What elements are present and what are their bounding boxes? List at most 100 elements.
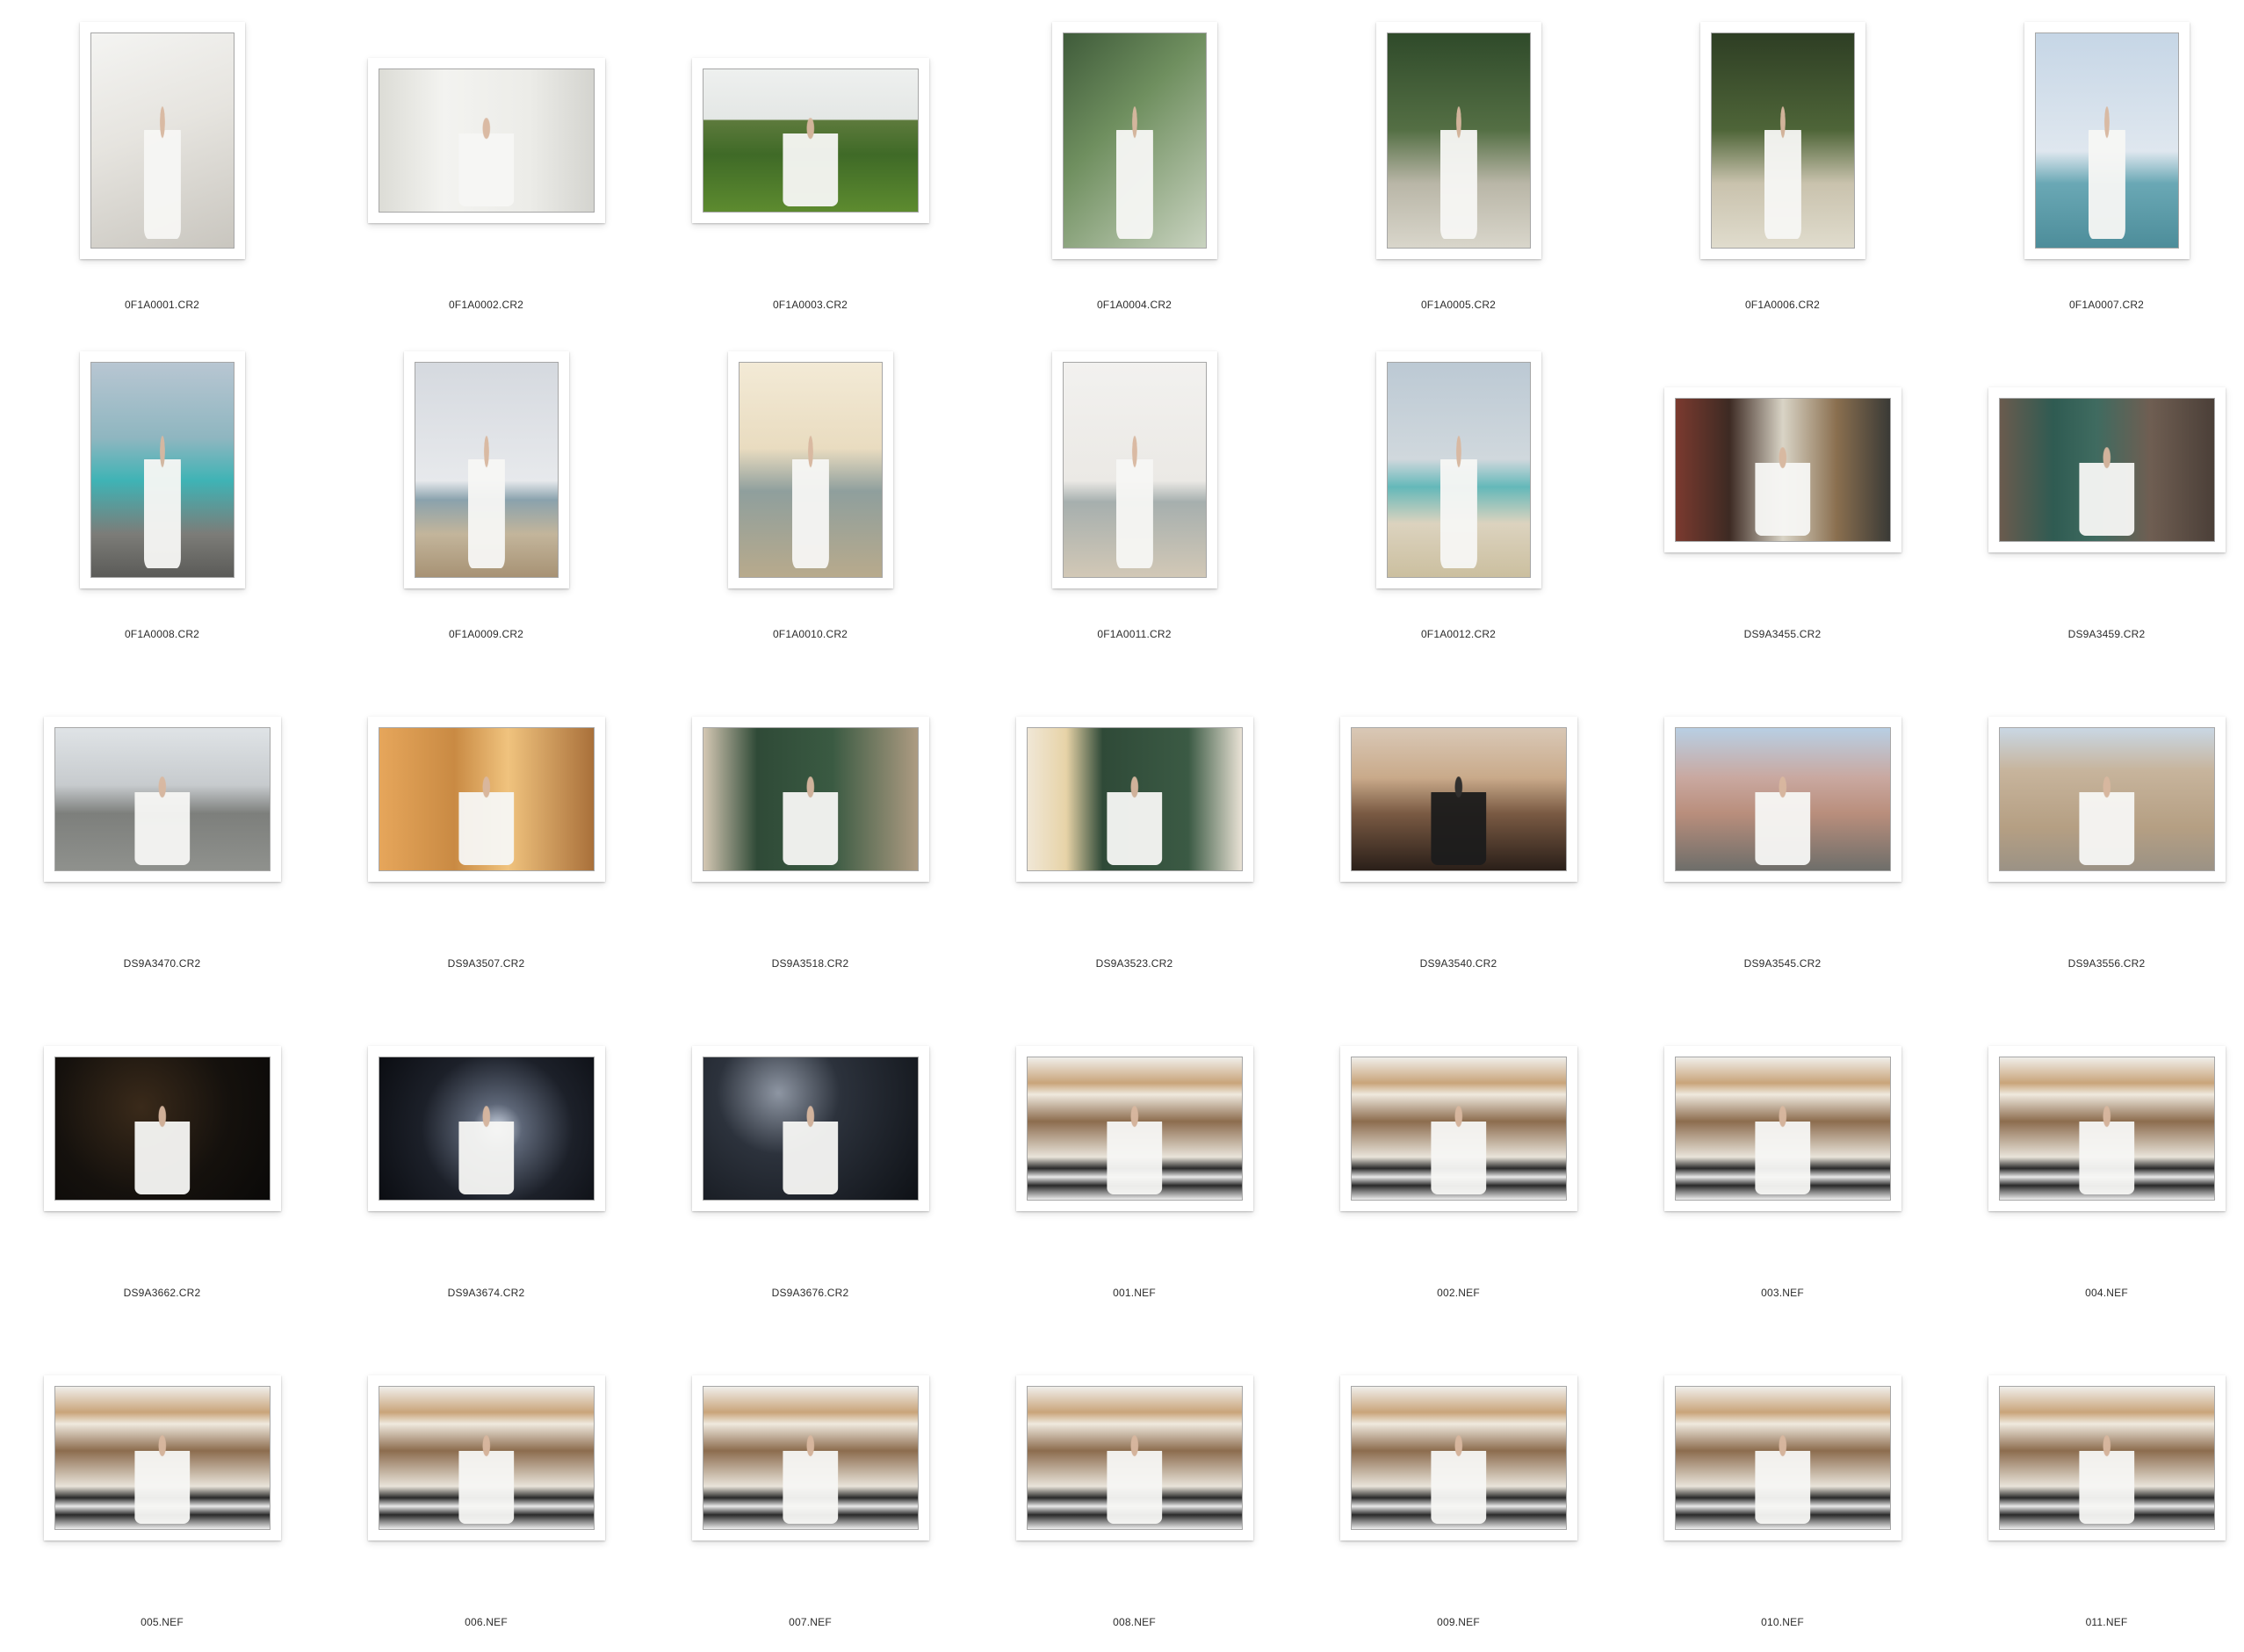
- photo-subject: [782, 118, 839, 206]
- thumbnail-area: [1620, 988, 1945, 1269]
- file-thumbnail-0f1a0010-cr2[interactable]: 0F1A0010.CR2: [648, 329, 972, 659]
- thumbnail-area: [1945, 1317, 2244, 1598]
- file-thumbnail-ds9a3459-cr2[interactable]: DS9A3459.CR2: [1945, 329, 2244, 659]
- file-name-label: 011.NEF: [2085, 1616, 2128, 1628]
- file-thumbnail-011-nef[interactable]: 011.NEF: [1945, 1317, 2244, 1647]
- file-thumbnail-008-nef[interactable]: 008.NEF: [972, 1317, 1296, 1647]
- file-thumbnail-ds9a3662-cr2[interactable]: DS9A3662.CR2: [0, 988, 324, 1317]
- file-name-label: 007.NEF: [789, 1616, 832, 1628]
- photo-subject: [2078, 1106, 2135, 1194]
- thumbnail-area: [1945, 659, 2244, 940]
- file-thumbnail-ds9a3674-cr2[interactable]: DS9A3674.CR2: [324, 988, 648, 1317]
- file-name-label: DS9A3518.CR2: [771, 957, 849, 970]
- file-thumbnail-004-nef[interactable]: 004.NEF: [1945, 988, 2244, 1317]
- thumbnail-frame: [1339, 1375, 1577, 1540]
- thumbnail-area: [648, 659, 972, 940]
- thumbnail-frame: [727, 351, 893, 588]
- file-thumbnail-0f1a0007-cr2[interactable]: 0F1A0007.CR2: [1945, 0, 2244, 329]
- file-thumbnail-ds9a3518-cr2[interactable]: DS9A3518.CR2: [648, 659, 972, 988]
- photo-subject: [2088, 105, 2125, 240]
- photo-preview: [1998, 727, 2215, 871]
- photo-preview: [702, 1386, 919, 1530]
- file-name-label: DS9A3674.CR2: [447, 1287, 525, 1299]
- photo-subject: [1764, 105, 1801, 240]
- file-thumbnail-0f1a0012-cr2[interactable]: 0F1A0012.CR2: [1296, 329, 1620, 659]
- photo-preview: [1350, 1386, 1567, 1530]
- thumbnail-frame: [367, 717, 605, 882]
- file-thumbnail-003-nef[interactable]: 003.NEF: [1620, 988, 1945, 1317]
- file-thumbnail-002-nef[interactable]: 002.NEF: [1296, 988, 1620, 1317]
- photo-preview: [378, 1057, 595, 1201]
- file-name-label: DS9A3540.CR2: [1419, 957, 1497, 970]
- photo-subject: [458, 776, 515, 865]
- file-name-label: 008.NEF: [1113, 1616, 1156, 1628]
- file-name-label: DS9A3507.CR2: [447, 957, 525, 970]
- photo-subject: [1430, 776, 1487, 865]
- file-thumbnail-0f1a0004-cr2[interactable]: 0F1A0004.CR2: [972, 0, 1296, 329]
- file-thumbnail-ds9a3545-cr2[interactable]: DS9A3545.CR2: [1620, 659, 1945, 988]
- photo-subject: [782, 1106, 839, 1194]
- file-thumbnail-0f1a0009-cr2[interactable]: 0F1A0009.CR2: [324, 329, 648, 659]
- file-thumbnail-009-nef[interactable]: 009.NEF: [1296, 1317, 1620, 1647]
- file-thumbnail-ds9a3455-cr2[interactable]: DS9A3455.CR2: [1620, 329, 1945, 659]
- photo-subject: [1106, 1106, 1163, 1194]
- photo-preview: [1710, 32, 1855, 249]
- photo-subject: [133, 776, 191, 865]
- thumbnail-area: [0, 659, 324, 940]
- photo-preview: [1350, 1057, 1567, 1201]
- thumbnail-frame: [691, 58, 929, 223]
- thumbnail-area: [324, 0, 648, 281]
- file-thumbnail-007-nef[interactable]: 007.NEF: [648, 1317, 972, 1647]
- file-thumbnail-ds9a3540-cr2[interactable]: DS9A3540.CR2: [1296, 659, 1620, 988]
- file-thumbnail-ds9a3556-cr2[interactable]: DS9A3556.CR2: [1945, 659, 2244, 988]
- file-thumbnail-ds9a3523-cr2[interactable]: DS9A3523.CR2: [972, 659, 1296, 988]
- thumbnail-area: [972, 659, 1296, 940]
- file-thumbnail-0f1a0006-cr2[interactable]: 0F1A0006.CR2: [1620, 0, 1945, 329]
- thumbnail-area: [972, 988, 1296, 1269]
- thumbnail-area: [1945, 988, 2244, 1269]
- thumbnail-frame: [367, 1046, 605, 1211]
- photo-subject: [1754, 1106, 1811, 1194]
- photo-subject: [782, 1435, 839, 1524]
- file-name-label: 0F1A0005.CR2: [1420, 299, 1497, 311]
- photo-preview: [1674, 1057, 1891, 1201]
- file-thumbnail-005-nef[interactable]: 005.NEF: [0, 1317, 324, 1647]
- thumbnail-frame: [1015, 1046, 1253, 1211]
- file-name-label: DS9A3662.CR2: [123, 1287, 201, 1299]
- file-thumbnail-0f1a0002-cr2[interactable]: 0F1A0002.CR2: [324, 0, 648, 329]
- photo-preview: [378, 727, 595, 871]
- photo-preview: [1674, 1386, 1891, 1530]
- thumbnail-area: [324, 1317, 648, 1598]
- thumbnail-area: [1296, 329, 1620, 610]
- file-thumbnail-001-nef[interactable]: 001.NEF: [972, 988, 1296, 1317]
- photo-preview: [738, 362, 883, 578]
- thumbnail-frame: [691, 717, 929, 882]
- file-thumbnail-0f1a0011-cr2[interactable]: 0F1A0011.CR2: [972, 329, 1296, 659]
- file-name-label: 0F1A0011.CR2: [1097, 628, 1172, 640]
- thumbnail-frame: [43, 1375, 281, 1540]
- thumbnail-area: [972, 1317, 1296, 1598]
- file-thumbnail-0f1a0008-cr2[interactable]: 0F1A0008.CR2: [0, 329, 324, 659]
- photo-preview: [1026, 1057, 1243, 1201]
- file-thumbnail-006-nef[interactable]: 006.NEF: [324, 1317, 648, 1647]
- thumbnail-frame: [403, 351, 569, 588]
- file-thumbnail-0f1a0001-cr2[interactable]: 0F1A0001.CR2: [0, 0, 324, 329]
- file-thumbnail-ds9a3470-cr2[interactable]: DS9A3470.CR2: [0, 659, 324, 988]
- photo-subject: [133, 1435, 191, 1524]
- file-thumbnail-ds9a3507-cr2[interactable]: DS9A3507.CR2: [324, 659, 648, 988]
- thumbnail-frame: [79, 22, 245, 259]
- thumbnail-frame: [1663, 1375, 1901, 1540]
- photo-subject: [458, 1106, 515, 1194]
- thumbnail-area: [0, 988, 324, 1269]
- photo-preview: [1674, 398, 1891, 542]
- file-thumbnail-ds9a3676-cr2[interactable]: DS9A3676.CR2: [648, 988, 972, 1317]
- file-thumbnail-010-nef[interactable]: 010.NEF: [1620, 1317, 1945, 1647]
- file-name-label: 002.NEF: [1437, 1287, 1480, 1299]
- photo-preview: [90, 362, 235, 578]
- photo-preview: [378, 69, 595, 213]
- file-thumbnail-0f1a0003-cr2[interactable]: 0F1A0003.CR2: [648, 0, 972, 329]
- file-thumbnail-0f1a0005-cr2[interactable]: 0F1A0005.CR2: [1296, 0, 1620, 329]
- photo-preview: [54, 1057, 271, 1201]
- photo-subject: [1106, 776, 1163, 865]
- photo-preview: [1062, 32, 1207, 249]
